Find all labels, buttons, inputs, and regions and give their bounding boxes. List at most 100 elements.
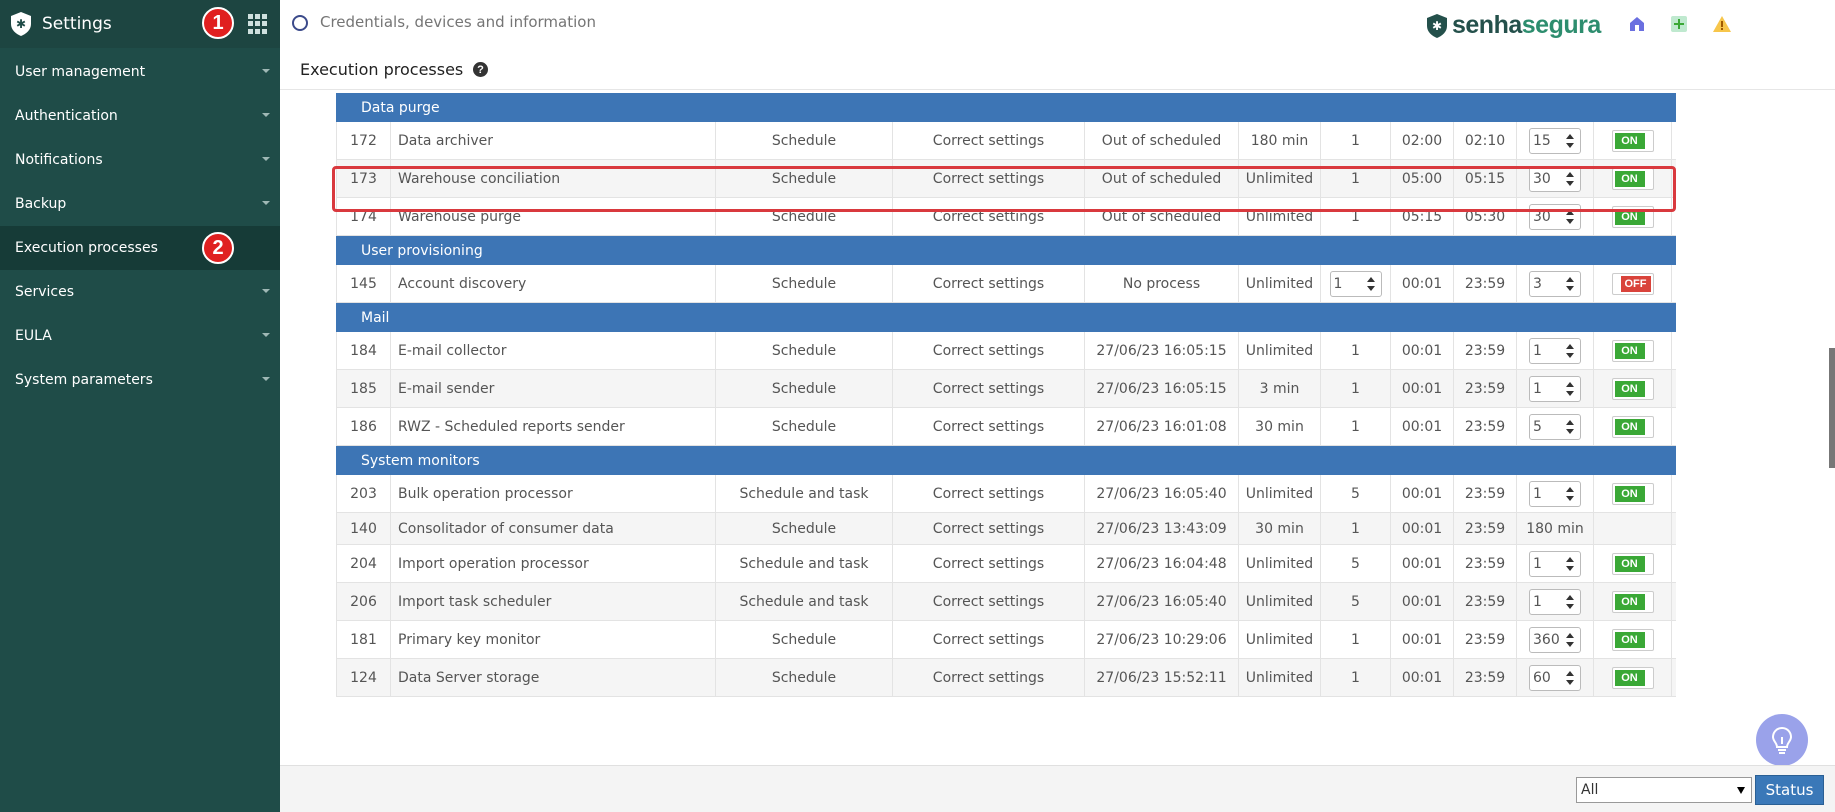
threads-text: 1: [1351, 342, 1360, 359]
help-icon[interactable]: ?: [473, 62, 488, 77]
lightbulb-icon[interactable]: [1756, 714, 1808, 766]
interval-stepper[interactable]: 1: [1529, 550, 1581, 577]
stepper-arrows-icon[interactable]: [1566, 171, 1574, 186]
status-toggle[interactable]: ON: [1611, 415, 1654, 438]
filter-select[interactable]: All: [1576, 777, 1752, 803]
stepper-arrows-icon[interactable]: [1566, 594, 1574, 609]
sidebar-item-backup[interactable]: Backup: [0, 182, 280, 226]
status-toggle[interactable]: ON: [1611, 666, 1654, 689]
stepper-arrows-icon[interactable]: [1566, 670, 1574, 685]
start-time-text: 00:01: [1401, 593, 1443, 610]
sidebar-item-label: Notifications: [15, 152, 103, 168]
cell-process-name: Data Server storage: [391, 659, 716, 696]
stepper-arrows-icon[interactable]: [1566, 276, 1574, 291]
duration-text: Unlimited: [1245, 669, 1314, 686]
sidebar-item-authentication[interactable]: Authentication: [0, 94, 280, 138]
stepper-arrows-icon[interactable]: [1366, 276, 1375, 291]
threads-text: 1: [1351, 669, 1360, 686]
warning-icon[interactable]: [1712, 15, 1731, 33]
sidebar-header: ✱ Settings: [0, 0, 280, 48]
status-toggle[interactable]: ON: [1611, 377, 1654, 400]
threads-text: 1: [1351, 380, 1360, 397]
interval-stepper[interactable]: 1: [1529, 337, 1581, 364]
status-toggle[interactable]: ON: [1611, 552, 1654, 575]
process-status-text: Correct settings: [932, 593, 1045, 610]
threads-stepper[interactable]: 1: [1329, 270, 1382, 297]
status-toggle[interactable]: ON: [1611, 628, 1654, 651]
stepper-arrows-icon[interactable]: [1566, 209, 1574, 224]
sidebar-item-execution-processes[interactable]: Execution processes: [0, 226, 280, 270]
caret-down-icon: [262, 69, 270, 73]
duration-text: Unlimited: [1245, 342, 1314, 359]
cell-process-status: Correct settings: [893, 265, 1085, 302]
cell-interval: 180 min: [1517, 513, 1594, 544]
stepper-arrows-icon[interactable]: [1566, 632, 1574, 647]
table-row: 186 RWZ - Scheduled reports sender Schedul…: [336, 408, 1676, 446]
stepper-arrows-icon[interactable]: [1566, 343, 1574, 358]
stepper-arrows-icon[interactable]: [1566, 133, 1574, 148]
interval-stepper[interactable]: 5: [1529, 413, 1581, 440]
interval-stepper[interactable]: 60: [1529, 664, 1581, 691]
interval-stepper[interactable]: 1: [1529, 588, 1581, 615]
sidebar-item-eula[interactable]: EULA: [0, 314, 280, 358]
sidebar-item-label: User management: [15, 64, 146, 80]
brand-name-part2: segura: [1521, 11, 1601, 39]
status-toggle[interactable]: ON: [1611, 590, 1654, 613]
cell-last-execution: 27/06/23 16:05:40: [1085, 475, 1239, 512]
cell-process-name: Import operation processor: [391, 545, 716, 582]
interval-stepper[interactable]: 1: [1529, 375, 1581, 402]
brand-name-part1: senha: [1452, 11, 1522, 39]
interval-stepper[interactable]: 30: [1529, 165, 1581, 192]
sidebar-item-label: Services: [15, 284, 75, 300]
home-icon[interactable]: [1628, 15, 1646, 33]
process-status-text: Correct settings: [932, 342, 1045, 359]
stepper-arrows-icon[interactable]: [1566, 381, 1574, 396]
table-row: 184 E-mail collector Schedule Correct setti…: [336, 332, 1676, 370]
cell-threads: 5: [1321, 583, 1391, 620]
search-input[interactable]: [320, 13, 820, 31]
cell-duration: Unlimited: [1239, 265, 1321, 302]
toggle-label: ON: [1614, 669, 1645, 686]
plus-icon[interactable]: [1670, 15, 1688, 33]
threads-text: 1: [1351, 170, 1360, 187]
interval-stepper[interactable]: 15: [1529, 127, 1581, 154]
interval-stepper[interactable]: 3: [1529, 270, 1581, 297]
cell-start-time: 02:00: [1391, 122, 1454, 159]
scrollbar-thumb[interactable]: [1829, 348, 1835, 468]
caret-down-icon: [262, 377, 270, 381]
cell-duration: Unlimited: [1239, 583, 1321, 620]
interval-stepper[interactable]: 1: [1529, 480, 1581, 507]
status-toggle[interactable]: ON: [1611, 205, 1654, 228]
threads-text: 1: [1351, 631, 1360, 648]
page-title: Execution processes: [300, 60, 464, 79]
interval-stepper[interactable]: 30: [1529, 203, 1581, 230]
process-id-text: 173: [350, 170, 377, 187]
process-status-text: Correct settings: [932, 485, 1045, 502]
sidebar-item-services[interactable]: Services: [0, 270, 280, 314]
cell-process-id: 206: [336, 583, 391, 620]
stepper-arrows-icon[interactable]: [1566, 486, 1574, 501]
apps-grid-icon[interactable]: [248, 14, 268, 34]
interval-stepper[interactable]: 360: [1529, 626, 1581, 653]
interval-stepper-value: 360: [1533, 631, 1560, 648]
cell-last-execution: 27/06/23 16:05:15: [1085, 370, 1239, 407]
section-title: User provisioning: [361, 242, 483, 259]
stepper-arrows-icon[interactable]: [1566, 556, 1574, 571]
search-icon[interactable]: [292, 15, 308, 31]
status-button[interactable]: Status: [1755, 775, 1824, 805]
status-toggle[interactable]: ON: [1611, 482, 1654, 505]
sidebar-item-notifications[interactable]: Notifications: [0, 138, 280, 182]
status-toggle[interactable]: ON: [1611, 129, 1654, 152]
cell-start-time: 00:01: [1391, 370, 1454, 407]
cell-process-id: 186: [336, 408, 391, 445]
stepper-arrows-icon[interactable]: [1566, 419, 1574, 434]
status-toggle[interactable]: ON: [1611, 339, 1654, 362]
status-toggle[interactable]: ON: [1611, 167, 1654, 190]
sidebar-item-system-parameters[interactable]: System parameters: [0, 358, 280, 402]
cell-toggle: ON: [1594, 659, 1672, 696]
status-toggle[interactable]: OFF: [1611, 272, 1654, 295]
cell-process-status: Correct settings: [893, 408, 1085, 445]
cell-last-execution: 27/06/23 13:43:09: [1085, 513, 1239, 544]
cell-start-time: 00:01: [1391, 475, 1454, 512]
sidebar-item-user-management[interactable]: User management: [0, 50, 280, 94]
